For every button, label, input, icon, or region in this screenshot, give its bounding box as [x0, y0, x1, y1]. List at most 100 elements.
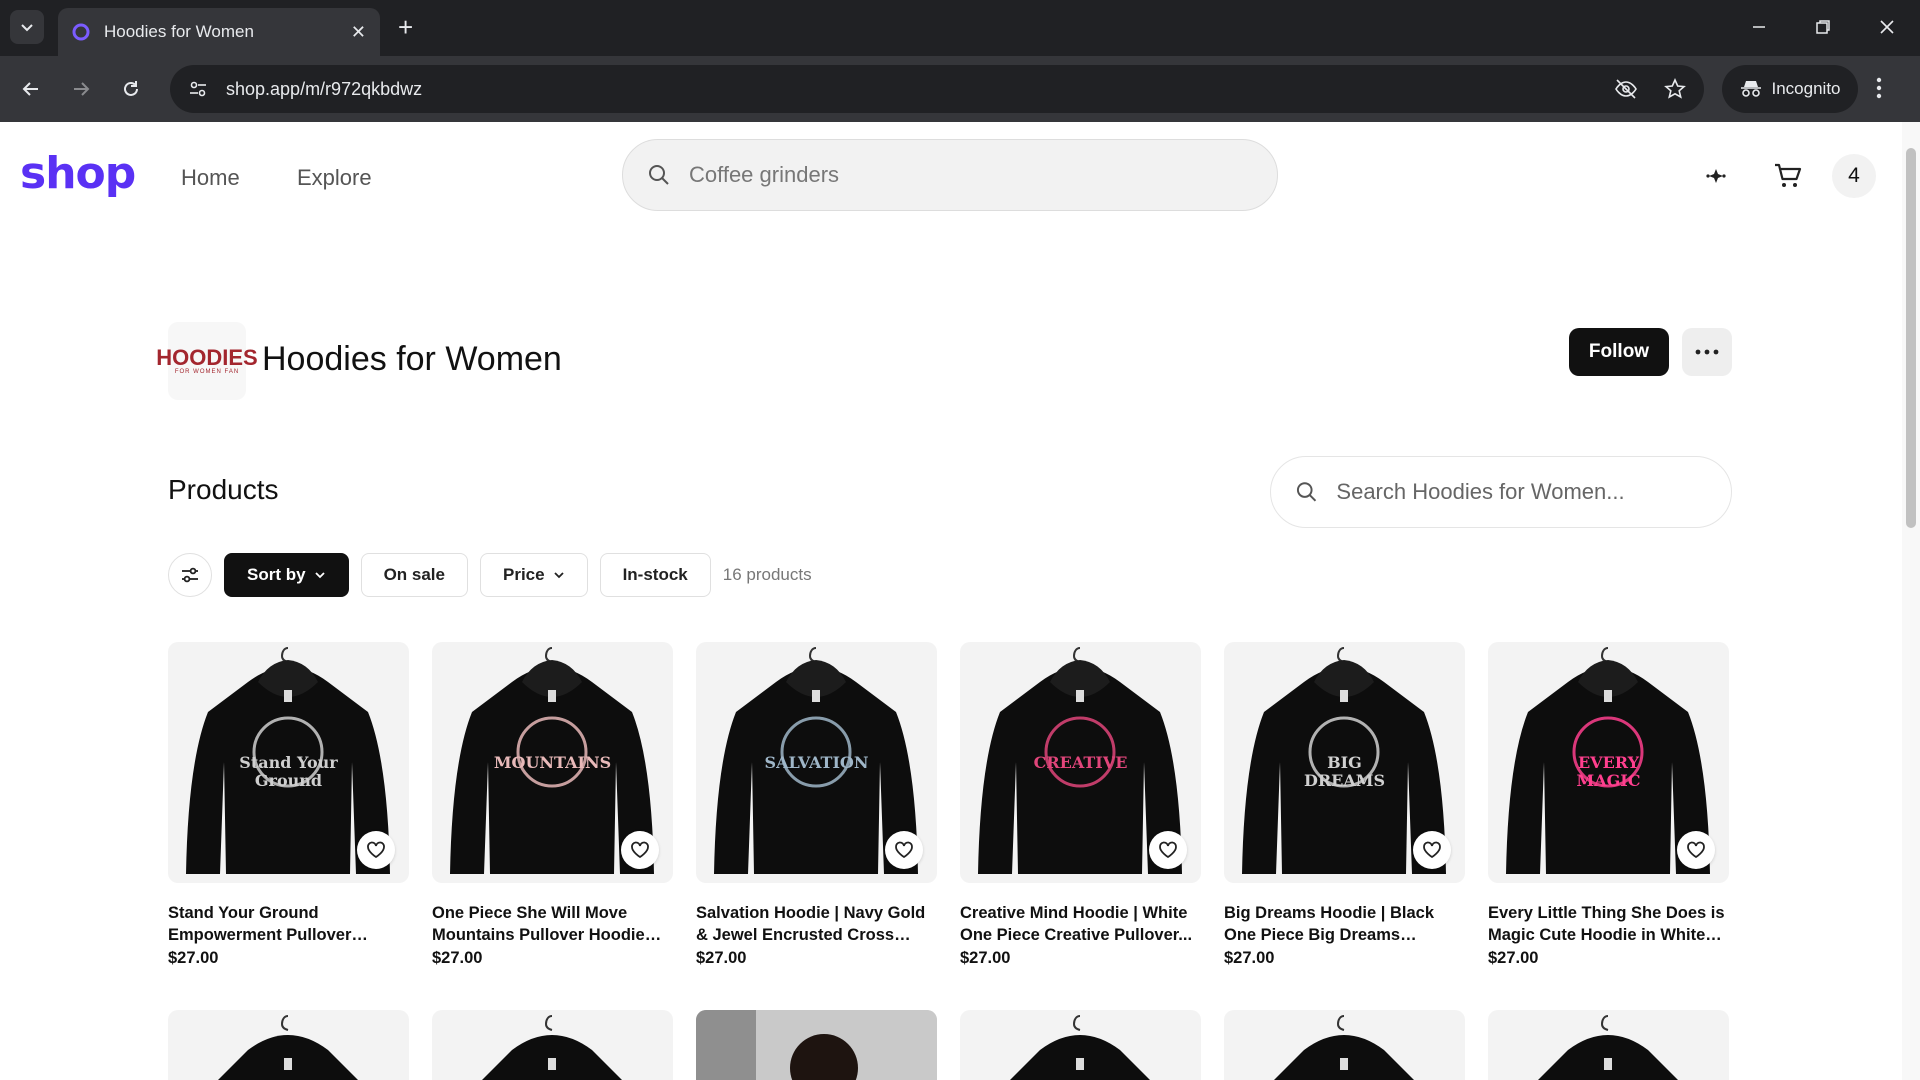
scrollbar-thumb[interactable] [1906, 148, 1916, 528]
product-thumbnail[interactable]: Stand Your Ground [168, 642, 409, 883]
page-content: shop Home Explore 4 HOODIES FOR WOMEN FA… [0, 122, 1920, 1080]
favorite-button[interactable] [1677, 831, 1715, 869]
follow-button[interactable]: Follow [1569, 328, 1669, 376]
heart-icon [631, 841, 649, 859]
product-thumbnail[interactable] [1224, 1010, 1465, 1080]
shop-logo[interactable]: shop [20, 148, 136, 199]
address-bar[interactable]: shop.app/m/r972qkbdwz [170, 65, 1704, 113]
product-name[interactable]: Stand Your Ground Empowerment Pullover H… [168, 902, 409, 946]
store-logo-text: HOODIES [156, 345, 258, 370]
incognito-label: Incognito [1771, 79, 1841, 98]
store-search-input[interactable] [1336, 479, 1707, 505]
sort-by-dropdown[interactable]: Sort by [224, 553, 349, 597]
cart-count-badge[interactable]: 4 [1832, 154, 1876, 198]
heart-icon [1159, 841, 1177, 859]
forward-button[interactable] [64, 72, 98, 106]
heart-icon [1423, 841, 1441, 859]
tab-search-button[interactable] [10, 10, 44, 44]
reload-button[interactable] [114, 72, 148, 106]
reload-icon [124, 81, 138, 96]
product-thumbnail[interactable] [432, 1010, 673, 1080]
favorite-button[interactable] [1413, 831, 1451, 869]
product-name[interactable]: Every Little Thing She Does is Magic Cut… [1488, 902, 1729, 946]
new-tab-button[interactable]: + [398, 14, 413, 40]
price-dropdown[interactable]: Price [479, 553, 588, 597]
more-options-button[interactable] [1682, 328, 1732, 376]
eye-off-icon[interactable] [1614, 78, 1638, 100]
heart-icon [895, 841, 913, 859]
minimize-icon [1753, 26, 1765, 28]
product-thumbnail[interactable]: MOUNTAINS [432, 642, 673, 883]
product-card[interactable]: CREATIVE Creative Mind Hoodie | White On… [960, 642, 1201, 968]
filters-button[interactable] [168, 553, 212, 597]
product-thumbnail[interactable]: CREATIVE [960, 642, 1201, 883]
filter-bar: Sort by On sale Price In-stock 16 produc… [168, 553, 812, 597]
global-search[interactable] [622, 139, 1278, 211]
sliders-icon [182, 567, 198, 583]
on-sale-filter[interactable]: On sale [360, 553, 468, 597]
product-artwork-text: SALVATION [764, 753, 869, 772]
favorite-button[interactable] [357, 831, 395, 869]
favorite-button[interactable] [621, 831, 659, 869]
product-name[interactable]: Big Dreams Hoodie | Black One Piece Big … [1224, 902, 1465, 946]
product-name[interactable]: Creative Mind Hoodie | White One Piece C… [960, 902, 1201, 946]
sort-by-label: Sort by [247, 565, 306, 584]
product-card[interactable]: Stand Your Ground Stand Your Ground Empo… [168, 642, 409, 968]
arrow-right-icon [74, 82, 90, 96]
heart-icon [367, 841, 385, 859]
in-stock-filter[interactable]: In-stock [599, 553, 711, 597]
store-search[interactable] [1270, 456, 1732, 528]
product-artwork-text: BIG DREAMS [1303, 753, 1386, 790]
incognito-indicator[interactable]: Incognito [1722, 65, 1858, 113]
product-thumbnail[interactable] [696, 1010, 937, 1080]
tab-close-icon[interactable]: ✕ [351, 22, 366, 43]
product-thumbnail[interactable]: EVERY MAGIC [1488, 642, 1729, 883]
hoodie-image [482, 1015, 622, 1080]
close-icon [1880, 20, 1894, 34]
product-thumbnail[interactable]: BIG DREAMS [1224, 642, 1465, 883]
arrow-left-icon [22, 82, 38, 96]
browser-tabbar: Hoodies for Women ✕ + [0, 0, 1920, 56]
product-card[interactable]: SALVATION Salvation Hoodie | Navy Gold &… [696, 642, 937, 968]
sparkle-button[interactable] [1695, 155, 1737, 197]
global-search-input[interactable] [689, 162, 1249, 188]
product-artwork-text: MOUNTAINS [493, 753, 612, 772]
product-thumbnail[interactable] [960, 1010, 1201, 1080]
product-thumbnail[interactable] [1488, 1010, 1729, 1080]
product-card[interactable]: EVERY MAGIC Every Little Thing She Does … [1488, 642, 1729, 968]
browser-tab[interactable]: Hoodies for Women ✕ [58, 8, 380, 56]
product-thumbnail[interactable]: SALVATION [696, 642, 937, 883]
page-scrollbar[interactable] [1902, 122, 1920, 1080]
product-name[interactable]: One Piece She Will Move Mountains Pullov… [432, 902, 673, 946]
product-card[interactable]: BIG DREAMS Big Dreams Hoodie | Black One… [1224, 642, 1465, 968]
restore-button[interactable] [1808, 12, 1838, 42]
tab-title: Hoodies for Women [104, 22, 254, 41]
sparkle-icon [1706, 169, 1726, 183]
browser-menu-button[interactable] [1876, 76, 1882, 105]
incognito-icon [1740, 81, 1761, 97]
in-stock-label: In-stock [622, 565, 688, 584]
nav-explore[interactable]: Explore [297, 165, 372, 191]
product-card[interactable]: MOUNTAINS One Piece She Will Move Mounta… [432, 642, 673, 968]
product-name[interactable]: Salvation Hoodie | Navy Gold & Jewel Enc… [696, 902, 937, 946]
favorite-button[interactable] [885, 831, 923, 869]
chevron-down-icon [553, 572, 564, 579]
hoodie-image [1274, 1015, 1414, 1080]
product-price: $27.00 [960, 949, 1011, 967]
close-window-button[interactable] [1872, 12, 1902, 42]
minimize-button[interactable] [1744, 12, 1774, 42]
product-thumbnail[interactable] [168, 1010, 409, 1080]
cart-button[interactable] [1767, 155, 1809, 197]
nav-home[interactable]: Home [181, 165, 240, 191]
chevron-down-icon [21, 24, 33, 32]
heart-icon [1687, 841, 1705, 859]
restore-icon [1816, 20, 1830, 34]
back-button[interactable] [14, 72, 48, 106]
favorite-button[interactable] [1149, 831, 1187, 869]
star-icon[interactable] [1664, 78, 1686, 100]
store-name: Hoodies for Women [262, 340, 562, 378]
search-icon [1296, 482, 1317, 502]
url-text: shop.app/m/r972qkbdwz [226, 78, 423, 99]
hoodie-image [1538, 1015, 1678, 1080]
product-price: $27.00 [1224, 949, 1275, 967]
